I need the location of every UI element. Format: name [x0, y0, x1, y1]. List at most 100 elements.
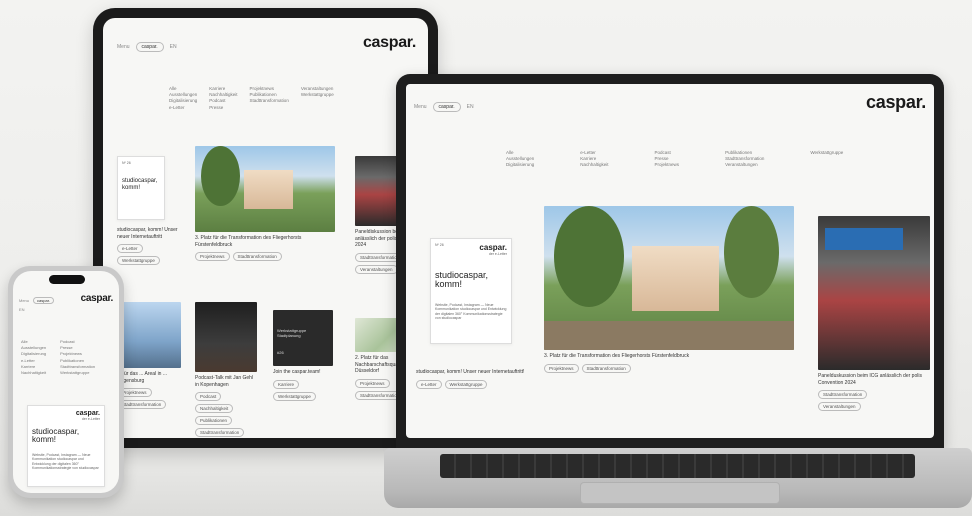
- menu-item[interactable]: Digitalisierung: [169, 98, 197, 104]
- tag-chip[interactable]: Stadttransformation: [195, 428, 245, 437]
- poster-number: Nº 26: [435, 243, 444, 247]
- logo[interactable]: caspar.: [81, 293, 114, 304]
- tag-chip[interactable]: Stadttransformation: [818, 390, 868, 399]
- tag-chip[interactable]: Projektnews: [544, 363, 579, 373]
- laptop-device: Menu caspar. EN caspar. Alle Ausstellung…: [396, 74, 944, 454]
- tag-chip[interactable]: Projektnews: [195, 252, 230, 261]
- card-caption: Join the caspar.team!: [273, 369, 321, 375]
- card-caption: Podcast-Talk mit Jan Gehl in Kopenhagen: [195, 375, 254, 388]
- menu-item[interactable]: Werkstattgruppe: [60, 370, 95, 376]
- laptop-card[interactable]: Panelduskussion beim ICG anlässlich der …: [818, 216, 930, 411]
- phone-lang: EN: [19, 307, 25, 312]
- search-pill[interactable]: caspar.: [135, 42, 164, 52]
- tablet-card[interactable]: studiocaspar, komm! Unser neuer Internet…: [117, 224, 179, 265]
- menu-item[interactable]: Nachhaltigkeit: [21, 370, 46, 376]
- eletter-poster[interactable]: Nº 26 caspar. der e-Letter studiocaspar,…: [430, 238, 512, 344]
- tag-chip[interactable]: Werkstattgruppe: [444, 379, 488, 389]
- poster-brand: caspar.: [75, 410, 100, 417]
- menu-item[interactable]: e-Letter: [169, 105, 197, 111]
- search-pill[interactable]: caspar.: [33, 297, 54, 304]
- menu-item[interactable]: Nachhaltigkeit: [580, 162, 608, 168]
- menu-item[interactable]: Veranstaltungen: [725, 162, 764, 168]
- menu-item[interactable]: Projektnews: [655, 162, 680, 168]
- poster-sub: der e-Letter: [81, 417, 100, 421]
- laptop-card[interactable]: studiocaspar, komm! Unser neuer Internet…: [416, 366, 526, 389]
- phone-device: caspar. Menu caspar. EN Alle Ausstellung…: [8, 266, 124, 498]
- menu-item[interactable]: Presse: [209, 105, 237, 111]
- poster-brand: caspar.: [479, 243, 507, 252]
- poster-blurb: Website, Podcast, Instagram — Neue Kommu…: [32, 452, 99, 471]
- tag-chip[interactable]: Podcast: [195, 392, 222, 401]
- tag-chip[interactable]: Nachhaltigkeit: [195, 404, 234, 413]
- language-toggle[interactable]: EN: [467, 104, 474, 110]
- tablet-device: Menu caspar. EN caspar. Alle Ausstellung…: [93, 8, 438, 448]
- poster-number: Nº 26: [122, 161, 131, 165]
- laptop-nav: Menu caspar. EN: [414, 102, 474, 112]
- logo[interactable]: caspar.: [363, 34, 416, 52]
- dark-card-line: Stadtplanung: [277, 333, 301, 338]
- language-toggle[interactable]: EN: [170, 44, 177, 50]
- menu-link[interactable]: Menu: [414, 104, 427, 110]
- tag-chip[interactable]: Werkstattgruppe: [273, 391, 316, 401]
- language-toggle[interactable]: EN: [19, 307, 25, 312]
- tag-chip[interactable]: e-Letter: [416, 379, 442, 389]
- phone-nav: Menu caspar.: [19, 297, 54, 304]
- laptop-screen: Menu caspar. EN caspar. Alle Ausstellung…: [406, 84, 934, 438]
- menu-item[interactable]: Digitalisierung: [21, 351, 46, 357]
- card-image: [544, 206, 794, 350]
- card-caption: ... für das ... Areal in ... Regensburg: [117, 371, 168, 384]
- search-pill[interactable]: caspar.: [432, 102, 461, 112]
- tag-chip[interactable]: Karriere: [273, 379, 300, 389]
- laptop-menu: Alle Ausstellungen Digitalisierung e-Let…: [506, 150, 843, 169]
- tag-chip[interactable]: Veranstaltungen: [818, 402, 861, 411]
- tag-chip[interactable]: Stadttransformation: [581, 363, 631, 373]
- tablet-menu: Alle Ausstellungen Digitalisierung e-Let…: [169, 86, 334, 111]
- card-image: [195, 146, 335, 232]
- menu-link[interactable]: Menu: [19, 298, 29, 303]
- tablet-card[interactable]: Werkstattgruppe Stadtplanung #26 Join th…: [273, 310, 333, 401]
- menu-item[interactable]: Werkstattgruppe: [810, 150, 843, 156]
- menu-item[interactable]: Digitalisierung: [506, 162, 534, 168]
- menu-link[interactable]: Menu: [117, 44, 130, 50]
- card-caption: 3. Platz für die Transformation des Flie…: [195, 235, 302, 248]
- poster-sub: der e-Letter: [488, 252, 507, 256]
- tag-chip[interactable]: Stadttransformation: [117, 400, 167, 409]
- plaza-shape: [544, 321, 794, 350]
- tree-shape: [724, 206, 779, 299]
- card-caption: 3. Platz für die Transformation des Flie…: [544, 353, 690, 359]
- tablet-nav: Menu caspar. EN: [117, 42, 177, 52]
- tag-chip[interactable]: Werkstattgruppe: [117, 256, 160, 265]
- logo[interactable]: caspar.: [866, 92, 926, 113]
- card-image: [195, 302, 257, 372]
- tablet-screen: Menu caspar. EN caspar. Alle Ausstellung…: [103, 18, 428, 438]
- card-caption: studiocaspar, komm! Unser neuer Internet…: [117, 227, 178, 240]
- tag-chip[interactable]: e-Letter: [117, 244, 143, 253]
- menu-item[interactable]: Stadttransformation: [250, 98, 289, 104]
- laptop-keyboard: [440, 454, 915, 478]
- tablet-card[interactable]: ... für das ... Areal in ... Regensburg …: [117, 302, 181, 409]
- card-image: Werkstattgruppe Stadtplanung #26: [273, 310, 333, 366]
- tag-chip[interactable]: Projektnews: [355, 378, 390, 388]
- menu-item[interactable]: Werkstattgruppe: [301, 92, 334, 98]
- phone-screen: caspar. Menu caspar. EN Alle Ausstellung…: [13, 271, 119, 493]
- poster-blurb: Website, Podcast, Instagram — Neue Kommu…: [435, 302, 507, 321]
- card-image: [117, 302, 181, 368]
- phone-notch: [49, 275, 85, 284]
- card-image: [818, 216, 930, 370]
- poster-headline: studiocaspar, komm!: [122, 177, 158, 191]
- tablet-card[interactable]: 3. Platz für die Transformation des Flie…: [195, 146, 335, 261]
- poster-headline: studiocaspar, komm!: [435, 269, 489, 289]
- laptop-card[interactable]: 3. Platz für die Transformation des Flie…: [544, 206, 794, 373]
- banner-shape: [824, 228, 904, 250]
- tag-chip[interactable]: Publikationen: [195, 416, 233, 425]
- phone-poster[interactable]: caspar. der e-Letter studiocaspar, komm!…: [27, 405, 105, 487]
- laptop-trackpad: [580, 482, 780, 504]
- tag-chip[interactable]: Stadttransformation: [232, 252, 282, 261]
- tablet-poster[interactable]: Nº 26 studiocaspar, komm!: [117, 156, 165, 220]
- tablet-card[interactable]: Podcast-Talk mit Jan Gehl in Kopenhagen …: [195, 302, 257, 437]
- card-caption: Panelduskussion beim ICG anlässlich der …: [818, 373, 922, 386]
- tag-chip[interactable]: Veranstaltungen: [355, 264, 398, 274]
- poster-headline: studiocaspar, komm!: [32, 426, 80, 444]
- card-caption: studiocaspar, komm! Unser neuer Internet…: [416, 369, 525, 375]
- device-mockup-scene: Menu caspar. EN caspar. Alle Ausstellung…: [0, 0, 972, 516]
